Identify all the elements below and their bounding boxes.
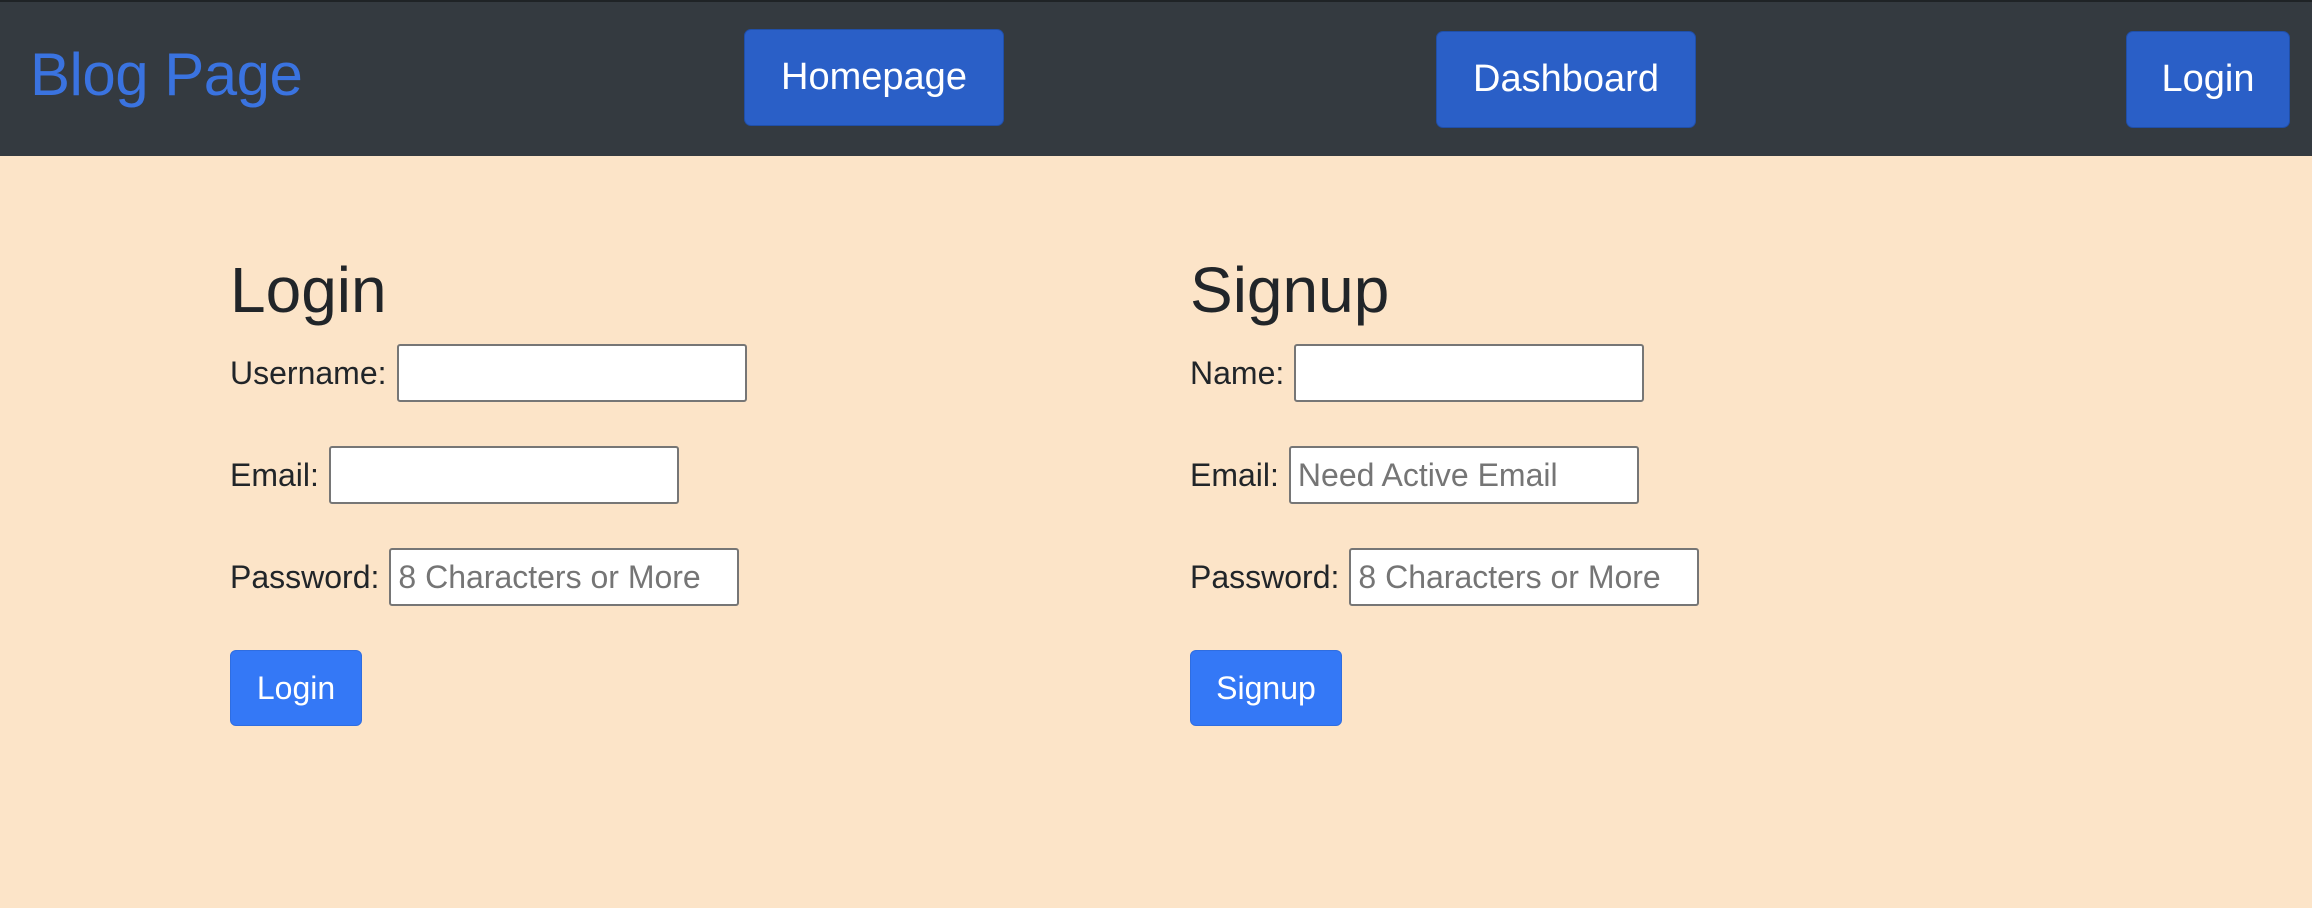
navbar: Blog Page Homepage Dashboard Login [0,0,2312,156]
signup-email-label: Email: [1190,456,1279,493]
signup-name-input[interactable] [1294,344,1645,402]
signup-password-label: Password: [1190,558,1340,595]
signup-password-row: Password: [1190,548,1700,606]
signup-panel: Signup Name: Email: Password: Signup [1190,252,1700,726]
login-password-input[interactable] [389,548,740,606]
login-password-row: Password: [230,548,740,606]
signup-password-input[interactable] [1349,548,1700,606]
signup-name-row: Name: [1190,344,1645,402]
login-username-label: Username: [230,354,387,391]
nav-login-button[interactable]: Login [2126,31,2290,128]
login-email-row: Email: [230,446,679,504]
brand-link[interactable]: Blog Page [30,40,303,110]
login-username-input[interactable] [396,344,747,402]
signup-title: Signup [1190,254,1390,326]
login-email-input[interactable] [328,446,679,504]
login-panel: Login Username: Email: Password: Login [230,252,747,726]
login-email-label: Email: [230,456,319,493]
signup-email-row: Email: [1190,446,1639,504]
signup-submit-button[interactable]: Signup [1190,650,1342,726]
login-title: Login [230,254,387,326]
login-submit-button[interactable]: Login [230,650,362,726]
dashboard-button[interactable]: Dashboard [1436,31,1696,128]
signup-email-input[interactable] [1288,446,1639,504]
login-username-row: Username: [230,344,747,402]
signup-name-label: Name: [1190,354,1285,391]
homepage-button[interactable]: Homepage [744,29,1004,126]
login-password-label: Password: [230,558,380,595]
